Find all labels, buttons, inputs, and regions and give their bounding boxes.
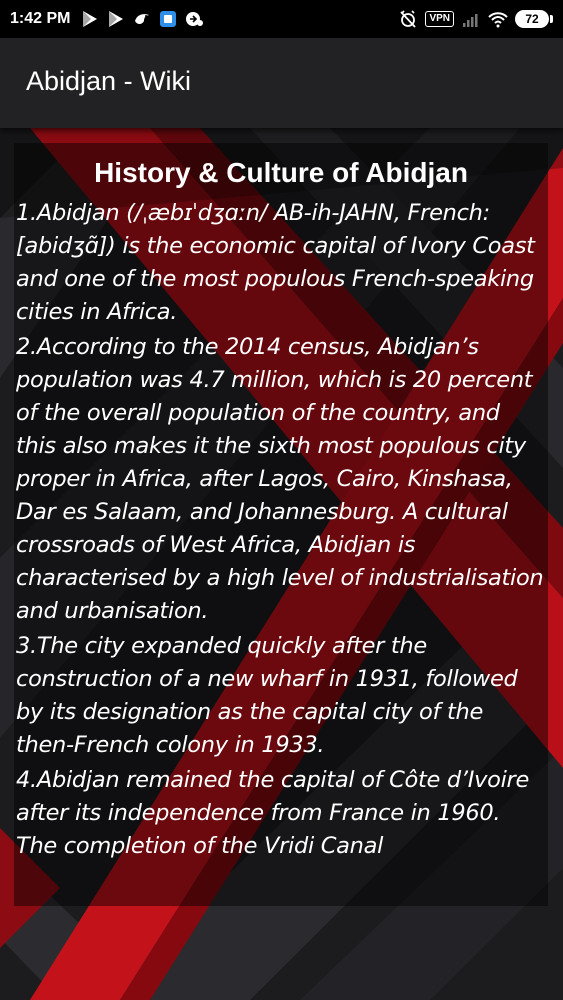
status-bar: 1:42 PM VPN 72 [0,0,563,38]
battery-tip [550,15,553,23]
signal-icon [461,9,481,29]
battery-icon: 72 [515,10,553,28]
bird-icon [132,9,152,29]
battery-level: 72 [515,10,549,28]
status-bar-left: 1:42 PM [10,9,204,29]
article-paragraph: 2.According to the 2014 census, Abidjan’… [16,334,544,624]
circle-app-icon [184,9,204,29]
play-store-icon [106,9,126,29]
article-paragraph: 4.Abidjan remained the capital of Côte d… [16,767,530,859]
play-store-icon [80,9,100,29]
vpn-badge: VPN [425,11,454,27]
article-panel: History & Culture of Abidjan 1.Abidjan (… [14,143,548,906]
article-title: History & Culture of Abidjan [94,157,468,188]
alarm-off-icon [398,9,418,29]
app-square-icon [158,9,178,29]
article-paragraph: 3.The city expanded quickly after the co… [16,633,518,758]
wifi-icon [488,9,508,29]
app-bar: Abidjan - Wiki [0,38,563,128]
app-title: Abidjan - Wiki [26,66,192,96]
article-paragraph: 1.Abidjan (/ˌæbɪˈdʒɑːn/ AB-ih-JAHN, Fren… [16,200,535,325]
article-body: 1.Abidjan (/ˌæbɪˈdʒɑːn/ AB-ih-JAHN, Fren… [14,197,548,863]
status-bar-right: VPN 72 [398,9,553,29]
status-time: 1:42 PM [10,10,71,27]
